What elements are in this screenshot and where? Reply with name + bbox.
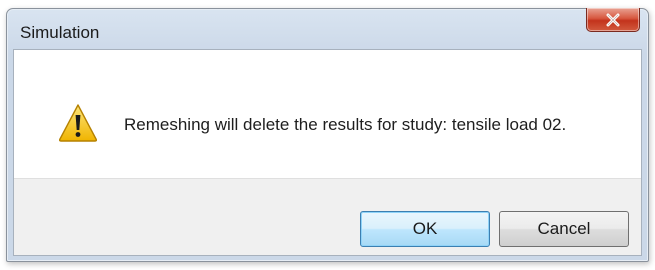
message-area: Remeshing will delete the results for st… xyxy=(14,50,641,179)
close-icon xyxy=(606,13,620,26)
dialog-body: Remeshing will delete the results for st… xyxy=(13,49,642,256)
ok-button[interactable]: OK xyxy=(360,211,490,247)
title-bar[interactable]: Simulation xyxy=(7,8,648,49)
simulation-dialog: Simulation Remeshing will delete the res… xyxy=(6,8,649,262)
close-button[interactable] xyxy=(586,8,640,32)
dialog-title: Simulation xyxy=(20,23,100,42)
warning-icon xyxy=(58,104,98,142)
cancel-button[interactable]: Cancel xyxy=(499,211,629,247)
message-text: Remeshing will delete the results for st… xyxy=(124,115,567,134)
